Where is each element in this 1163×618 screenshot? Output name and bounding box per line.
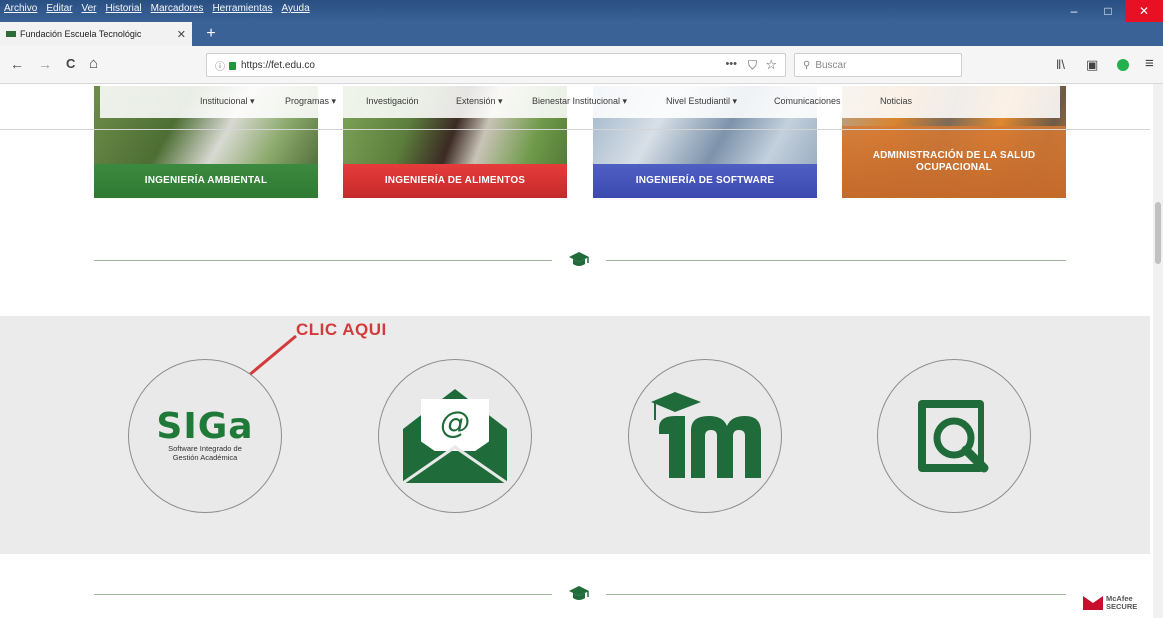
program-label: INGENIERÍA DE ALIMENTOS [343,164,567,198]
mcafee-secure-badge[interactable]: McAfee SECURE [1083,595,1137,611]
url-bar[interactable]: ⓘ https://fet.edu.co ••• ⛉ ☆ [206,53,786,77]
site-navigation: Institucional ▾ Programas ▾ Investigació… [100,84,1060,118]
url-text[interactable]: https://fet.edu.co [241,60,315,71]
nav-bienestar[interactable]: Bienestar Institucional ▾ [532,96,627,107]
minimize-button[interactable]: – [1057,0,1091,22]
window-controls: – □ ✕ [1057,0,1163,22]
new-tab-button[interactable]: + [200,22,222,46]
siga-link[interactable]: SIGa Software Integrado de Gestión Acadé… [128,359,282,513]
section-divider-left [94,260,552,261]
nav-comunicaciones[interactable]: Comunicaciones [774,96,841,106]
email-link[interactable]: @ [378,359,532,513]
page-scrollbar[interactable] [1153,84,1163,618]
lock-icon [229,62,236,70]
tab-close-icon[interactable]: ✕ [177,28,186,41]
menu-herramientas[interactable]: Herramientas [212,3,272,14]
nav-noticias[interactable]: Noticias [880,96,912,106]
mcafee-text: McAfee SECURE [1106,595,1137,611]
sidebar-icon[interactable]: ▣ [1086,57,1098,73]
nav-divider [0,129,1150,130]
search-icon: ⚲ [803,59,811,71]
graduation-cap-icon [569,586,589,600]
nav-investigacion[interactable]: Investigación [366,96,419,106]
library-search-link[interactable] [877,359,1031,513]
forward-button[interactable]: → [38,56,52,72]
tab-bar: Fundación Escuela Tecnológic ✕ + [0,22,1163,46]
section-divider-right [606,594,1066,595]
title-bar: Archivo Editar Ver Historial Marcadores … [0,0,1163,22]
email-envelope-icon: @ [402,389,508,485]
extension-check-icon[interactable] [1117,59,1129,71]
siga-subtitle: Software Integrado de Gestión Académica [168,444,242,462]
back-button[interactable]: ← [10,56,24,72]
menu-editar[interactable]: Editar [46,3,72,14]
moodle-link[interactable] [628,359,782,513]
tab-title: Fundación Escuela Tecnológic [20,29,142,39]
library-icon[interactable]: ǁ\ [1056,57,1065,72]
menu-ayuda[interactable]: Ayuda [281,3,309,14]
nav-programas[interactable]: Programas ▾ [285,96,336,107]
reload-button[interactable]: C [66,56,75,71]
moodle-icon [651,392,761,478]
section-divider-right [606,260,1066,261]
mcafee-logo-icon [1083,596,1103,610]
search-placeholder: Buscar [815,59,847,71]
navigation-toolbar: ← → C ⌂ ⓘ https://fet.edu.co ••• ⛉ ☆ ⚲ B… [0,46,1163,84]
program-label: INGENIERÍA DE SOFTWARE [593,164,817,198]
svg-text:@: @ [440,406,470,441]
click-here-annotation: CLIC AQUI [296,320,387,339]
maximize-button[interactable]: □ [1091,0,1125,22]
bookmark-star-icon[interactable]: ☆ [765,57,777,73]
siga-logo: SIGa Software Integrado de Gestión Acadé… [155,406,255,463]
menu-ver[interactable]: Ver [81,3,96,14]
browser-tab[interactable]: Fundación Escuela Tecnológic ✕ [0,22,192,46]
nav-nivel-estudiantil[interactable]: Nivel Estudiantil ▾ [666,96,737,107]
favicon-icon [6,31,16,37]
program-label: ADMINISTRACIÓN DE LA SALUD OCUPACIONAL [842,126,1066,198]
scrollbar-thumb[interactable] [1155,202,1161,264]
menu-historial[interactable]: Historial [106,3,142,14]
menu-bar: Archivo Editar Ver Historial Marcadores … [4,3,310,14]
mcafee-secure-label: SECURE [1106,602,1138,611]
program-label: INGENIERÍA AMBIENTAL [94,164,318,198]
graduation-cap-icon [569,252,589,266]
site-info-icon[interactable]: ⓘ [215,58,225,73]
page-actions-icon[interactable]: ••• [725,58,737,70]
menu-marcadores[interactable]: Marcadores [151,3,204,14]
web-page: INGENIERÍA AMBIENTAL INGENIERÍA DE ALIME… [0,84,1163,618]
home-button[interactable]: ⌂ [89,55,98,72]
nav-extension[interactable]: Extensión ▾ [456,96,503,107]
nav-institucional[interactable]: Institucional ▾ [200,96,255,107]
siga-logo-text: SIGa [156,406,254,447]
menu-archivo[interactable]: Archivo [4,3,37,14]
section-divider-left [94,594,552,595]
pocket-icon[interactable]: ⛉ [748,58,757,73]
menu-icon[interactable]: ≡ [1145,55,1154,72]
close-window-button[interactable]: ✕ [1125,0,1163,22]
book-search-icon [918,400,989,473]
search-input[interactable]: ⚲ Buscar [794,53,962,77]
